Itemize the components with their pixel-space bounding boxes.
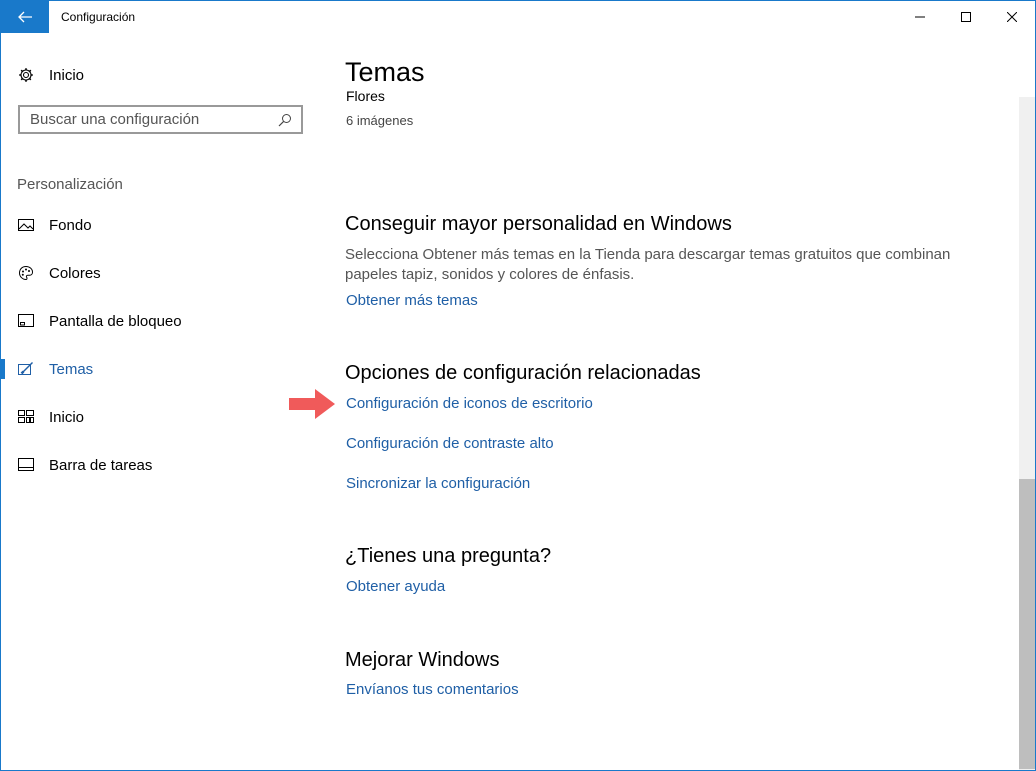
- start-tiles-icon: [17, 408, 35, 426]
- high-contrast-settings-link[interactable]: Configuración de contraste alto: [346, 435, 554, 452]
- sidebar: Inicio Personalización Fondo: [1, 33, 321, 770]
- title-bar: Configuración: [1, 1, 1035, 33]
- sidebar-item-label: Inicio: [49, 66, 85, 84]
- sidebar-nav: Fondo Colores Pantalla de bloqueo Temas …: [1, 201, 321, 489]
- get-more-description: Selecciona Obtener más temas en la Tiend…: [345, 246, 951, 283]
- sidebar-item-label: Barra de tareas: [49, 456, 153, 474]
- theme-name: Flores: [346, 91, 385, 102]
- sidebar-item-barra-de-tareas[interactable]: Barra de tareas: [1, 441, 321, 489]
- sidebar-item-colores[interactable]: Colores: [1, 249, 321, 297]
- maximize-icon: [961, 12, 971, 22]
- sidebar-item-temas[interactable]: Temas: [1, 345, 321, 393]
- lock-screen-icon: [17, 312, 35, 330]
- themes-brush-icon: [17, 360, 35, 378]
- related-settings-heading: Opciones de configuración relacionadas: [345, 362, 701, 384]
- page-title: Temas: [345, 57, 425, 87]
- sidebar-item-label: Fondo: [49, 216, 92, 234]
- improve-windows-heading: Mejorar Windows: [345, 649, 500, 671]
- minimize-icon: [915, 16, 925, 18]
- question-heading: ¿Tienes una pregunta?: [345, 545, 552, 567]
- minimize-button[interactable]: [897, 1, 943, 33]
- gear-icon: [17, 66, 35, 84]
- close-button[interactable]: [989, 1, 1035, 33]
- sidebar-item-label: Inicio: [49, 408, 85, 426]
- search-input[interactable]: [20, 110, 273, 129]
- desktop-icon-settings-link[interactable]: Configuración de iconos de escritorio: [346, 395, 593, 412]
- sidebar-item-home[interactable]: Inicio: [17, 63, 84, 87]
- picture-icon: [17, 216, 35, 234]
- back-arrow-icon: [18, 11, 32, 23]
- close-icon: [1007, 12, 1017, 22]
- search-icon[interactable]: [273, 108, 297, 132]
- sidebar-item-label: Pantalla de bloqueo: [49, 312, 182, 330]
- sidebar-item-label: Temas: [49, 360, 94, 378]
- sidebar-item-inicio[interactable]: Inicio: [1, 393, 321, 441]
- back-button[interactable]: [1, 1, 49, 33]
- sync-settings-link[interactable]: Sincronizar la configuración: [346, 475, 530, 492]
- send-feedback-link[interactable]: Envíanos tus comentarios: [346, 681, 519, 698]
- sidebar-item-pantalla-de-bloqueo[interactable]: Pantalla de bloqueo: [1, 297, 321, 345]
- get-more-heading: Conseguir mayor personalidad en Windows: [345, 213, 732, 235]
- window-title: Configuración: [61, 10, 136, 24]
- palette-icon: [17, 264, 35, 282]
- get-more-themes-link[interactable]: Obtener más temas: [346, 292, 478, 309]
- sidebar-item-label: Colores: [49, 264, 101, 282]
- theme-image-count: 6 imágenes: [346, 113, 414, 128]
- scrollbar-thumb[interactable]: [1019, 479, 1035, 769]
- section-label: Personalización: [17, 176, 123, 193]
- main-content: Temas Flores 6 imágenes Conseguir mayor …: [345, 33, 1005, 770]
- active-indicator: [1, 359, 5, 379]
- taskbar-icon: [17, 456, 35, 474]
- red-arrow-icon: [289, 389, 335, 419]
- sidebar-item-fondo[interactable]: Fondo: [1, 201, 321, 249]
- maximize-button[interactable]: [943, 1, 989, 33]
- search-box[interactable]: [18, 105, 303, 134]
- settings-window: Configuración Inicio Buscar una configur…: [0, 0, 1036, 771]
- get-help-link[interactable]: Obtener ayuda: [346, 578, 445, 595]
